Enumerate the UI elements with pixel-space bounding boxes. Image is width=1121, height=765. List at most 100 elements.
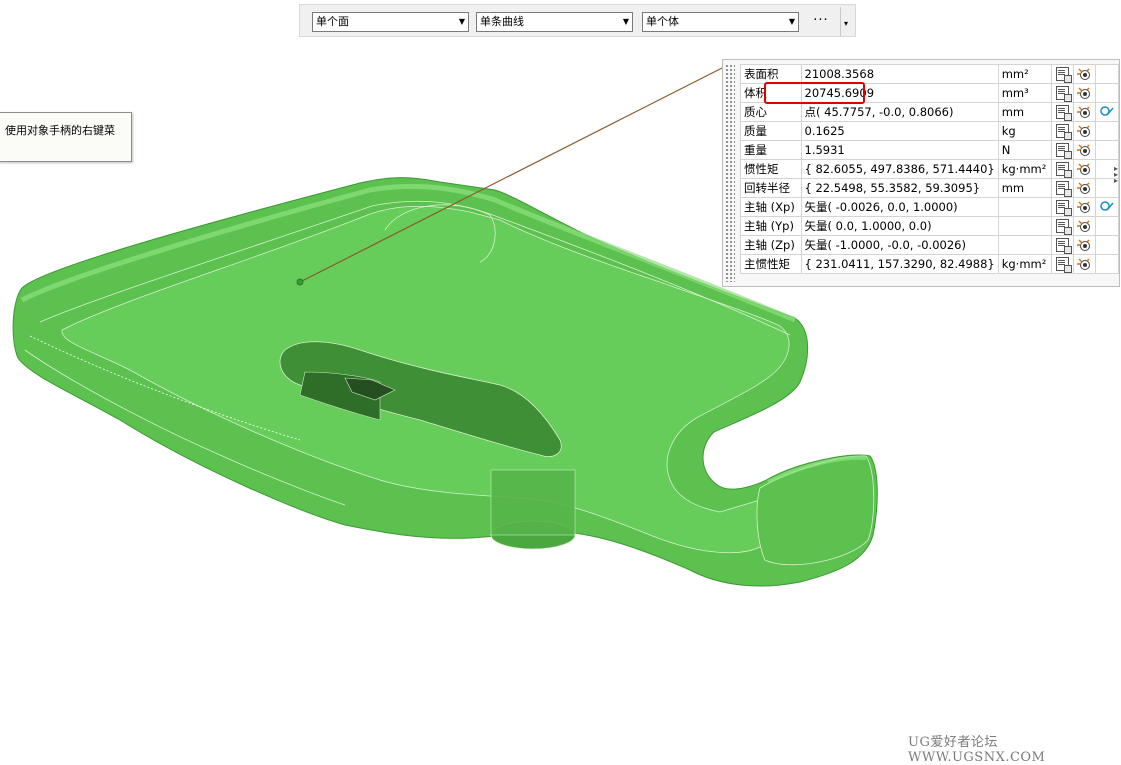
measure-toggle-cell[interactable] bbox=[1095, 197, 1119, 217]
boss-wall bbox=[490, 469, 576, 536]
property-unit: mm² bbox=[997, 64, 1053, 84]
measure-toggle-cell bbox=[1095, 83, 1119, 103]
visibility-icon bbox=[1076, 162, 1092, 176]
property-name: 表面积 bbox=[740, 64, 802, 84]
expression-icon bbox=[1056, 67, 1073, 84]
visibility-icon bbox=[1076, 219, 1092, 233]
measure-toggle-cell bbox=[1095, 64, 1119, 84]
export-expression-button[interactable] bbox=[1051, 102, 1074, 122]
export-expression-button[interactable] bbox=[1051, 178, 1074, 198]
panel-expand-handle[interactable]: ▸ ▸ ▸ bbox=[1114, 165, 1118, 185]
measure-toggle-cell bbox=[1095, 235, 1119, 255]
export-expression-button[interactable] bbox=[1051, 159, 1074, 179]
show-hide-button[interactable] bbox=[1072, 83, 1097, 103]
show-hide-button[interactable] bbox=[1072, 121, 1097, 141]
show-hide-button[interactable] bbox=[1072, 159, 1097, 179]
expression-icon bbox=[1056, 124, 1073, 141]
visibility-icon bbox=[1076, 238, 1092, 252]
vector-display-icon bbox=[1099, 105, 1115, 119]
export-expression-button[interactable] bbox=[1051, 197, 1074, 217]
visibility-icon bbox=[1076, 181, 1092, 195]
property-row[interactable]: 主轴 (Zp) 矢量( -1.0000, -0.0, -0.0026) bbox=[740, 235, 1119, 255]
property-row[interactable]: 重量 1.5931 N bbox=[740, 140, 1119, 160]
property-value: 矢量( -0.0026, 0.0, 1.0000) bbox=[800, 197, 999, 217]
measure-toggle-cell bbox=[1095, 216, 1119, 236]
property-row[interactable]: 主惯性矩{ 231.0411, 157.3290, 82.4988} kg·mm² bbox=[740, 254, 1119, 274]
property-unit: mm bbox=[997, 102, 1053, 122]
expression-icon bbox=[1056, 200, 1073, 217]
property-unit bbox=[997, 235, 1053, 255]
visibility-icon bbox=[1076, 67, 1092, 81]
property-name: 质量 bbox=[740, 121, 802, 141]
export-expression-button[interactable] bbox=[1051, 254, 1074, 274]
show-hide-button[interactable] bbox=[1072, 64, 1097, 84]
property-name: 主轴 (Yp) bbox=[740, 216, 802, 236]
measure-toggle-cell bbox=[1095, 121, 1119, 141]
watermark: UG爱好者论坛 WWW.UGSNX.COM bbox=[908, 735, 1046, 765]
visibility-icon bbox=[1076, 257, 1092, 271]
property-unit: mm bbox=[997, 178, 1053, 198]
property-value: 点( 45.7757, -0.0, 0.8066) bbox=[800, 102, 999, 122]
measure-toggle-cell bbox=[1095, 140, 1119, 160]
property-unit bbox=[997, 197, 1053, 217]
property-row[interactable]: 质量 0.1625 kg bbox=[740, 121, 1119, 141]
measure-toggle-cell[interactable] bbox=[1095, 102, 1119, 122]
measure-toggle-cell bbox=[1095, 254, 1119, 274]
property-row[interactable]: 质心 点( 45.7757, -0.0, 0.8066) mm bbox=[740, 102, 1119, 122]
property-unit bbox=[997, 216, 1053, 236]
property-value: { 82.6055, 497.8386, 571.4440} bbox=[800, 159, 999, 179]
visibility-icon bbox=[1076, 200, 1092, 214]
show-hide-button[interactable] bbox=[1072, 102, 1097, 122]
show-hide-button[interactable] bbox=[1072, 197, 1097, 217]
vector-display-icon bbox=[1099, 200, 1115, 214]
expression-icon bbox=[1056, 238, 1073, 255]
expression-icon bbox=[1056, 143, 1073, 160]
export-expression-button[interactable] bbox=[1051, 216, 1074, 236]
property-value: { 231.0411, 157.3290, 82.4988} bbox=[800, 254, 999, 274]
show-hide-button[interactable] bbox=[1072, 216, 1097, 236]
show-hide-button[interactable] bbox=[1072, 140, 1097, 160]
property-unit: N bbox=[997, 140, 1053, 160]
export-expression-button[interactable] bbox=[1051, 121, 1074, 141]
property-unit: kg·mm² bbox=[997, 254, 1053, 274]
export-expression-button[interactable] bbox=[1051, 140, 1074, 160]
property-name: 回转半径 bbox=[740, 178, 802, 198]
property-row[interactable]: 惯性矩{ 82.6055, 497.8386, 571.4440} kg·mm² bbox=[740, 159, 1119, 179]
visibility-icon bbox=[1076, 86, 1092, 100]
property-value: 21008.3568 bbox=[800, 64, 999, 84]
expression-icon bbox=[1056, 162, 1073, 179]
hook-lip bbox=[756, 455, 875, 566]
property-unit: kg·mm² bbox=[997, 159, 1053, 179]
export-expression-button[interactable] bbox=[1051, 64, 1074, 84]
expression-icon bbox=[1056, 105, 1073, 122]
property-value: { 22.5498, 55.3582, 59.3095} bbox=[800, 178, 999, 198]
property-name: 质心 bbox=[740, 102, 802, 122]
property-value: 矢量( -1.0000, -0.0, -0.0026) bbox=[800, 235, 999, 255]
property-row[interactable]: 表面积 21008.3568 mm² bbox=[740, 64, 1119, 84]
show-hide-button[interactable] bbox=[1072, 254, 1097, 274]
panel-drag-handle[interactable] bbox=[725, 64, 735, 282]
property-name: 重量 bbox=[740, 140, 802, 160]
property-row[interactable]: 主轴 (Xp) 矢量( -0.0026, 0.0, 1.0000) bbox=[740, 197, 1119, 217]
property-name: 主惯性矩 bbox=[740, 254, 802, 274]
property-name: 主轴 (Xp) bbox=[740, 197, 802, 217]
property-value: 矢量( 0.0, 1.0000, 0.0) bbox=[800, 216, 999, 236]
export-expression-button[interactable] bbox=[1051, 83, 1074, 103]
property-value: 0.1625 bbox=[800, 121, 999, 141]
center-of-mass-marker bbox=[296, 278, 304, 286]
property-row[interactable]: 回转半径{ 22.5498, 55.3582, 59.3095} mm bbox=[740, 178, 1119, 198]
visibility-icon bbox=[1076, 124, 1092, 138]
expression-icon bbox=[1056, 219, 1073, 236]
property-unit: mm³ bbox=[997, 83, 1053, 103]
property-row[interactable]: 主轴 (Yp) 矢量( 0.0, 1.0000, 0.0) bbox=[740, 216, 1119, 236]
visibility-icon bbox=[1076, 143, 1092, 157]
expression-icon bbox=[1056, 257, 1073, 274]
property-name: 主轴 (Zp) bbox=[740, 235, 802, 255]
show-hide-button[interactable] bbox=[1072, 178, 1097, 198]
property-value: 1.5931 bbox=[800, 140, 999, 160]
export-expression-button[interactable] bbox=[1051, 235, 1074, 255]
expression-icon bbox=[1056, 181, 1073, 198]
property-unit: kg bbox=[997, 121, 1053, 141]
visibility-icon bbox=[1076, 105, 1092, 119]
show-hide-button[interactable] bbox=[1072, 235, 1097, 255]
